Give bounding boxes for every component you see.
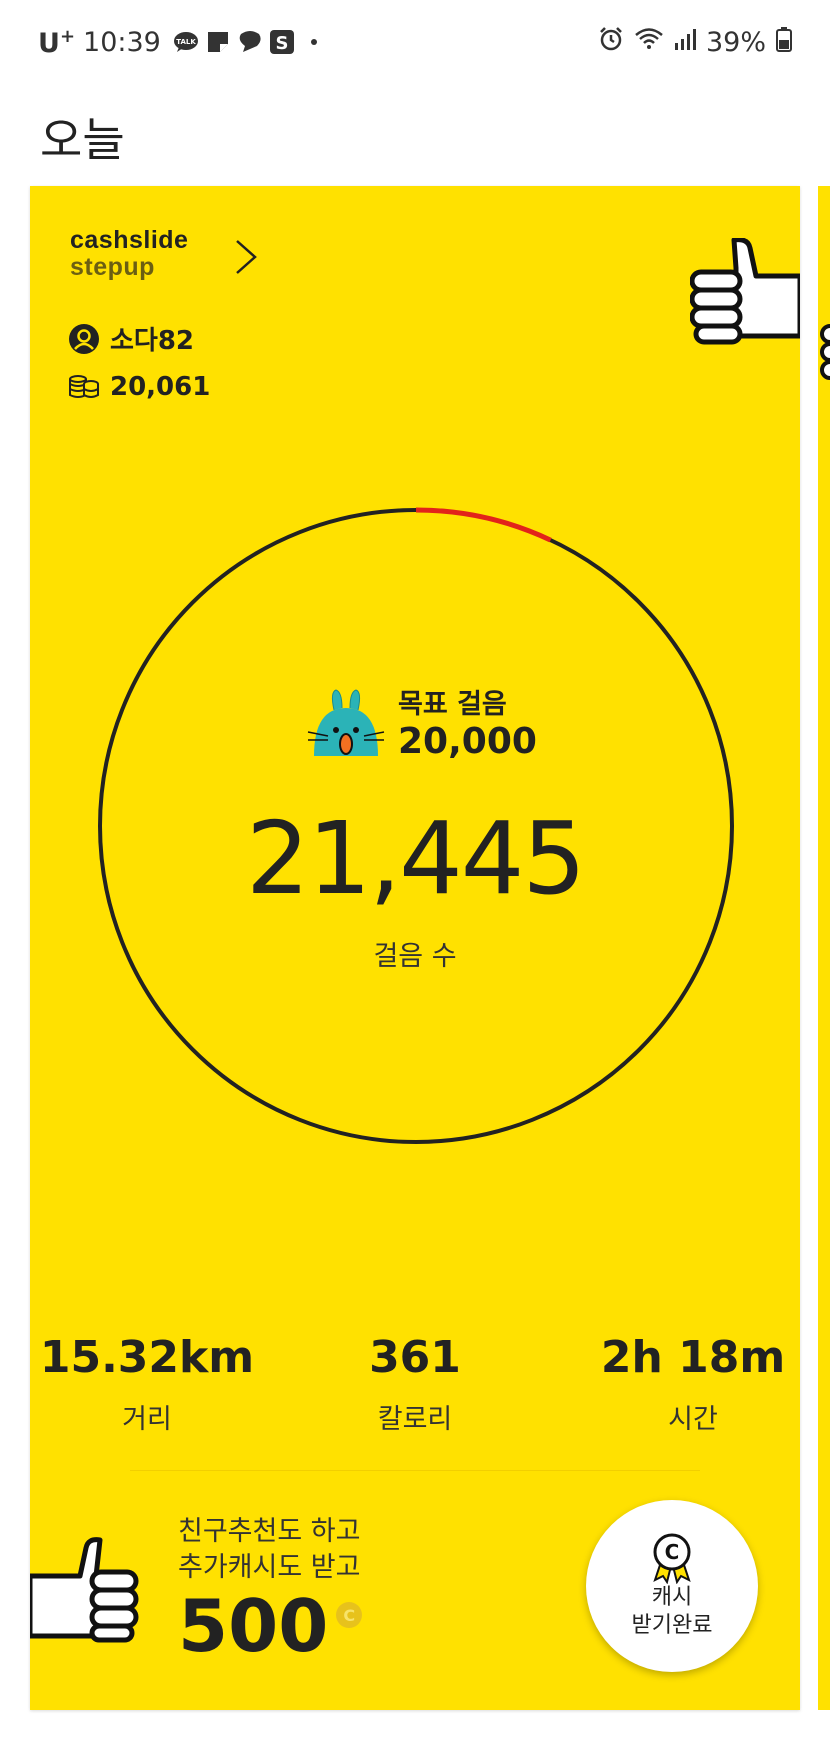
notification-dot-icon [301,29,327,55]
divider [130,1470,700,1471]
goal-label: 목표 걸음 [398,689,507,720]
mascot-icon [307,689,385,756]
brand-line2: stepup [70,253,155,281]
alarm-icon [598,26,624,59]
battery-icon [776,26,792,59]
kakaotalk-icon: TALK [173,29,199,55]
ring-progress-arc [415,507,552,543]
promo-line1: 친구추천도 하고 [178,1516,361,1547]
svg-text:TALK: TALK [176,38,196,46]
referral-promo-text[interactable]: 친구추천도 하고 추가캐시도 받고 [178,1514,360,1586]
signal-icon [674,27,696,58]
coin-icon: C [336,1602,363,1628]
chat-bubble-icon [237,29,263,55]
goal-value: 20,000 [398,721,537,762]
coins-stack-icon [69,375,99,398]
step-count-label: 걸음 수 [373,941,457,972]
stat-distance: 15.32km 거리 [30,1332,272,1436]
page-title: 오늘 [40,113,125,167]
promo-amount[interactable]: 500 C [178,1584,363,1668]
thumbs-up-promo-icon [30,1537,139,1643]
promo-amount-value: 500 [178,1584,329,1668]
svg-text:C: C [665,1540,680,1564]
cash-received-button[interactable]: C 캐시 받기완료 [586,1500,758,1672]
carrier-label: U+ [38,25,76,59]
today-card: cashslide stepup 소다82 20,061 목표 걸음 20,00… [30,186,800,1710]
svg-text:S: S [275,33,288,54]
thumbs-up-peek-icon [820,324,830,380]
user-row: 소다82 [68,320,194,357]
promo-line2: 추가캐시도 받고 [178,1552,361,1583]
cash-balance-row: 20,061 [68,372,210,402]
time-label: 시간 [668,1404,718,1435]
thumbs-up-icon [690,238,800,345]
user-avatar-icon [69,323,99,354]
distance-value: 15.32km [39,1332,255,1383]
cashslide-stepup-logo[interactable]: cashslide stepup [70,228,188,280]
time-value: 2h 18m [600,1332,786,1383]
battery-percent: 39% [705,26,766,58]
username: 소다82 [110,326,195,356]
brand-line1: cashslide [70,226,189,254]
cash-balance: 20,061 [110,372,211,402]
calories-value: 361 [369,1332,461,1383]
distance-label: 거리 [122,1404,172,1435]
stat-time: 2h 18m 시간 [568,1332,800,1436]
note-icon [205,29,231,55]
cash-button-line2: 받기완료 [631,1613,713,1638]
status-bar-right: 39% [598,22,792,62]
s-app-icon: S [269,29,295,55]
status-bar-left: U+ 10:39 TALK S [38,22,327,62]
step-count: 21,445 [246,800,586,917]
cash-medal-icon: C [653,1533,691,1584]
wifi-icon [634,26,664,59]
stat-calories: 361 칼로리 [290,1332,540,1436]
calories-label: 칼로리 [377,1404,453,1435]
next-card-peek[interactable] [818,186,830,1710]
cash-button-line1: 캐시 [651,1585,693,1610]
clock: 10:39 [83,26,161,58]
chevron-right-icon[interactable] [233,238,259,276]
